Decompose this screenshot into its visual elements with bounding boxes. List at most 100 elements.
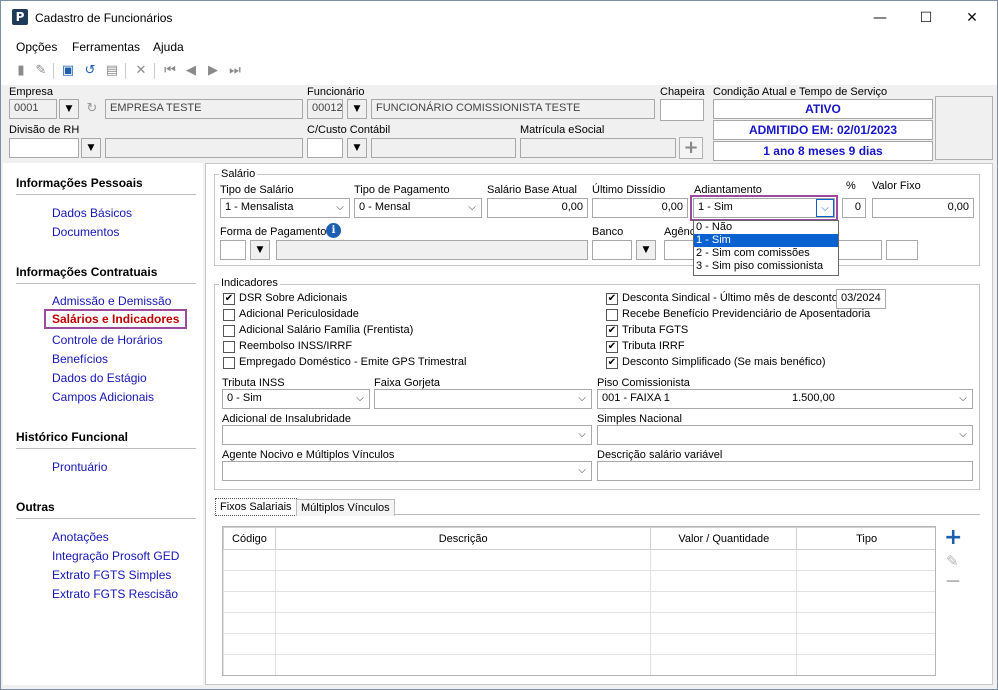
digito-field[interactable] — [886, 240, 918, 260]
table-cell[interactable] — [223, 612, 276, 634]
table-cell[interactable] — [274, 654, 652, 675]
edit-pencil-icon[interactable]: ✎ — [946, 552, 959, 570]
right-checkbox[interactable]: ✔ — [606, 293, 618, 305]
sidebar-item-controle-horarios[interactable]: Controle de Horários — [52, 333, 163, 347]
table-cell[interactable] — [796, 549, 935, 571]
undo-icon[interactable]: ↺ — [80, 61, 100, 81]
empresa-dropdown-icon[interactable]: ▼ — [59, 99, 79, 119]
empresa-code-field[interactable]: 0001 — [9, 99, 57, 119]
adiantamento-option[interactable]: 3 - Sim piso comissionista — [694, 260, 838, 273]
table-cell[interactable] — [796, 591, 935, 613]
add-matricula-button[interactable]: + — [679, 137, 703, 159]
minimize-button[interactable]: — — [857, 1, 903, 35]
sidebar-item-fgts-rescisao[interactable]: Extrato FGTS Rescisão — [52, 587, 178, 601]
table-cell[interactable] — [796, 633, 935, 655]
left-checkbox[interactable] — [223, 309, 235, 321]
salario-base-field[interactable]: 0,00 — [487, 198, 588, 218]
right-checkbox[interactable]: ✔ — [606, 341, 618, 353]
table-cell[interactable] — [650, 612, 798, 634]
table-cell[interactable] — [650, 570, 798, 592]
banco-dropdown-icon[interactable]: ▼ — [636, 240, 656, 260]
agencia-field[interactable] — [664, 240, 694, 260]
table-row[interactable] — [223, 570, 935, 592]
table-cell[interactable] — [650, 633, 798, 655]
ccusto-code-field[interactable] — [307, 138, 343, 158]
table-cell[interactable] — [223, 654, 276, 675]
table-cell[interactable] — [223, 570, 276, 592]
refresh-icon[interactable]: ↻ — [81, 99, 103, 119]
conta-field[interactable] — [838, 240, 882, 260]
ccusto-dropdown-icon[interactable]: ▼ — [347, 138, 367, 158]
info-icon[interactable]: i — [326, 223, 341, 238]
tab-fixos-salariais[interactable]: Fixos Salariais — [215, 498, 297, 516]
adiantamento-dropdown-list[interactable]: 0 - Não 1 - Sim 2 - Sim com comissões 3 … — [693, 220, 839, 276]
adiantamento-option[interactable]: 2 - Sim com comissões — [694, 247, 838, 260]
table-cell[interactable] — [274, 591, 652, 613]
table-cell[interactable] — [650, 549, 798, 571]
valor-fixo-field[interactable]: 0,00 — [872, 198, 974, 218]
sidebar-item-anotacoes[interactable]: Anotações — [52, 530, 109, 544]
forma-pagamento-code[interactable] — [220, 240, 246, 260]
column-header-valor[interactable]: Valor / Quantidade — [650, 527, 798, 550]
last-record-icon[interactable]: ⏭ — [225, 61, 245, 81]
print-icon[interactable]: ▤ — [102, 61, 122, 81]
table-cell[interactable] — [650, 591, 798, 613]
ultimo-dissidio-field[interactable]: 0,00 — [592, 198, 688, 218]
divisao-dropdown-icon[interactable]: ▼ — [81, 138, 101, 158]
edit-pencil-icon[interactable]: ✎ — [31, 61, 51, 81]
chapeira-field[interactable] — [660, 99, 704, 121]
menu-opcoes[interactable]: Opções — [16, 40, 57, 54]
sidebar-item-fgts-simples[interactable]: Extrato FGTS Simples — [52, 568, 171, 582]
right-checkbox[interactable]: ✔ — [606, 357, 618, 369]
banco-field[interactable] — [592, 240, 632, 260]
divisao-code-field[interactable] — [9, 138, 79, 158]
menu-ferramentas[interactable]: Ferramentas — [72, 40, 140, 54]
left-checkbox[interactable] — [223, 325, 235, 337]
table-row[interactable] — [223, 549, 935, 571]
left-checkbox[interactable]: ✔ — [223, 293, 235, 305]
first-record-icon[interactable]: ⏮ — [160, 61, 180, 81]
right-checkbox[interactable]: ✔ — [606, 325, 618, 337]
adiantamento-option-selected[interactable]: 1 - Sim — [694, 234, 838, 247]
menu-ajuda[interactable]: Ajuda — [153, 40, 184, 54]
table-row[interactable] — [223, 654, 935, 675]
table-row[interactable] — [223, 633, 935, 655]
sidebar-item-beneficios[interactable]: Benefícios — [52, 352, 108, 366]
agente-nocivo-select[interactable]: ⌵ — [222, 461, 592, 481]
table-cell[interactable] — [274, 612, 652, 634]
adiantamento-select[interactable]: 1 - Sim ⌵ — [693, 198, 835, 218]
right-checkbox[interactable] — [606, 309, 618, 321]
delete-x-icon[interactable]: ✕ — [131, 61, 151, 81]
tributa-inss-select[interactable]: 0 - Sim ⌵ — [222, 389, 370, 409]
previous-record-icon[interactable]: ◀ — [181, 61, 201, 81]
table-cell[interactable] — [274, 570, 652, 592]
table-cell[interactable] — [796, 654, 935, 675]
table-cell[interactable] — [223, 633, 276, 655]
sidebar-item-salarios-active[interactable]: Salários e Indicadores — [44, 309, 188, 329]
photo-placeholder[interactable] — [935, 96, 993, 160]
sidebar-item-prosoft-ged[interactable]: Integração Prosoft GED — [52, 549, 179, 563]
descricao-variavel-field[interactable] — [597, 461, 973, 481]
tipo-pagamento-select[interactable]: 0 - Mensal ⌵ — [354, 198, 482, 218]
table-cell[interactable] — [796, 570, 935, 592]
simples-select[interactable]: ⌵ — [597, 425, 973, 445]
remove-minus-icon[interactable]: — — [946, 573, 960, 589]
tipo-salario-select[interactable]: 1 - Mensalista ⌵ — [220, 198, 350, 218]
sidebar-item-estagio[interactable]: Dados do Estágio — [52, 371, 147, 385]
fixos-grid[interactable]: Código Descrição Valor / Quantidade Tipo — [222, 526, 936, 676]
table-cell[interactable] — [274, 633, 652, 655]
funcionario-dropdown-icon[interactable]: ▼ — [347, 99, 367, 119]
table-row[interactable] — [223, 612, 935, 634]
column-header-tipo[interactable]: Tipo — [796, 527, 935, 550]
column-header-descricao[interactable]: Descrição — [274, 527, 652, 550]
ultimo-mes-desconto-field[interactable]: 03/2024 — [836, 289, 886, 309]
sidebar-item-dados-basicos[interactable]: Dados Básicos — [52, 206, 132, 220]
sidebar-item-prontuario[interactable]: Prontuário — [52, 460, 107, 474]
left-checkbox[interactable] — [223, 341, 235, 353]
save-disk-icon[interactable]: ▣ — [58, 61, 78, 81]
table-cell[interactable] — [223, 549, 276, 571]
tab-multiplos-vinculos[interactable]: Múltiplos Vínculos — [296, 499, 395, 516]
left-checkbox[interactable] — [223, 357, 235, 369]
new-document-icon[interactable]: ▮ — [11, 61, 31, 81]
add-plus-icon[interactable]: + — [944, 527, 962, 549]
